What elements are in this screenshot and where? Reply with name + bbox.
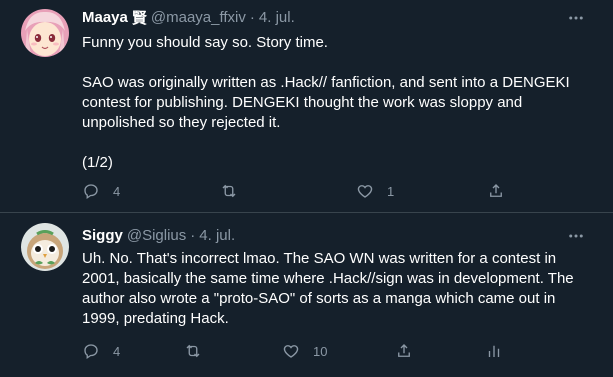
reply-icon <box>84 344 98 360</box>
reply-count: 4 <box>113 183 121 199</box>
share-icon <box>398 344 410 357</box>
analytics-button[interactable] <box>485 339 516 363</box>
tweet-actions: 4 1 <box>82 179 522 203</box>
tweet-paragraph: SAO was originally written as .Hack// fa… <box>82 74 570 131</box>
like-count: 1 <box>387 183 395 199</box>
tweet-paragraph-blank <box>82 133 597 153</box>
tweet-date[interactable]: 4. jul. <box>199 227 235 244</box>
like-button[interactable]: 1 <box>356 179 394 203</box>
heart-icon <box>357 185 373 198</box>
display-name[interactable]: Maaya <box>82 9 128 26</box>
display-name[interactable]: Siggy <box>82 227 123 244</box>
tweet-paragraph: (1/2) <box>82 154 113 171</box>
reply-count: 4 <box>113 343 121 359</box>
tweet-date[interactable]: 4. jul. <box>259 9 295 26</box>
tweet-actions: 4 10 <box>82 339 522 363</box>
tweet[interactable]: Maaya 賢 @maaya_ffxiv · 4. jul. Funny you… <box>0 0 613 213</box>
like-count: 10 <box>313 343 328 359</box>
share-button[interactable] <box>395 339 413 363</box>
tweet-text: Uh. No. That's incorrect lmao. The SAO W… <box>82 249 597 329</box>
retweet-button[interactable] <box>220 179 251 203</box>
more-options-icon[interactable] <box>566 226 586 246</box>
tweet[interactable]: Siggy @Siglius · 4. jul. Uh. No. That's … <box>0 213 613 377</box>
separator-dot: · <box>249 8 255 26</box>
tweet-header: Maaya 賢 @maaya_ffxiv · 4. jul. <box>82 7 295 27</box>
retweet-icon <box>186 344 200 358</box>
tweet-paragraph-blank <box>82 53 597 73</box>
analytics-icon <box>488 345 500 357</box>
tweet-text: Funny you should say so. Story time. SAO… <box>82 33 597 173</box>
separator-dot: · <box>190 226 196 244</box>
reply-button[interactable]: 4 <box>82 179 120 203</box>
reply-icon <box>84 184 98 200</box>
like-button[interactable]: 10 <box>282 339 327 363</box>
retweet-button[interactable] <box>184 339 215 363</box>
owl-avatar-icon[interactable] <box>21 223 69 271</box>
reply-button[interactable]: 4 <box>82 339 120 363</box>
share-icon <box>490 184 502 197</box>
username-handle[interactable]: @Siglius <box>127 227 186 244</box>
retweet-icon <box>222 184 236 198</box>
anime-avatar-icon[interactable] <box>21 9 69 57</box>
tweet-paragraph: Funny you should say so. Story time. <box>82 34 328 51</box>
tweet-paragraph: Uh. No. That's incorrect lmao. The SAO W… <box>82 250 574 327</box>
share-button[interactable] <box>487 179 518 203</box>
heart-icon <box>283 345 299 358</box>
name-badge: 賢 <box>131 9 147 27</box>
more-options-icon[interactable] <box>566 8 586 28</box>
tweet-header: Siggy @Siglius · 4. jul. <box>82 225 235 245</box>
username-handle[interactable]: @maaya_ffxiv <box>151 9 246 26</box>
